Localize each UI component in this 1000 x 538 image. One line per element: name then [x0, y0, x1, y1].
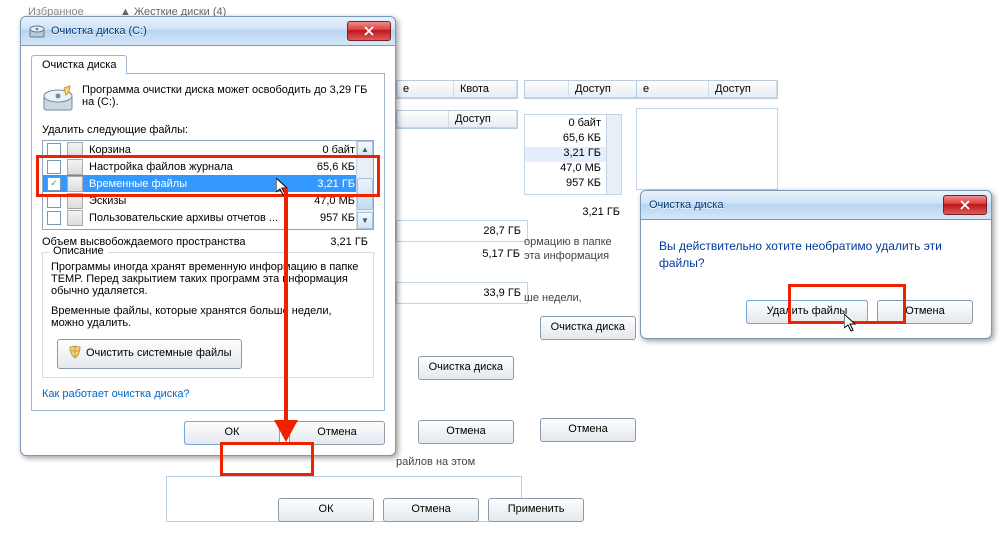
checkbox[interactable]: [47, 194, 61, 208]
scroll-up-arrow[interactable]: ▲: [357, 141, 373, 158]
delete-files-label: Удалить следующие файлы:: [42, 124, 374, 136]
bg-v2: 5,17 ГБ: [396, 246, 526, 262]
file-icon: [67, 193, 83, 209]
window-body: Очистка диска Программа очистки диска мо…: [21, 46, 395, 455]
bg-right-hdr: еДоступ: [636, 80, 778, 99]
bg-snip2: эта информация: [524, 250, 609, 262]
dialog-buttons: ОК Отмена: [31, 421, 385, 445]
bg-right-box: [636, 108, 778, 190]
cancel-button[interactable]: Отмена: [289, 421, 385, 445]
bg-cancel[interactable]: Отмена: [383, 498, 479, 522]
file-icon: [67, 142, 83, 158]
bg-cleanup-btn-2[interactable]: Очистка диска: [524, 316, 636, 340]
disk-cleanup-window: Очистка диска (C:) Очистка диска Програм…: [20, 16, 396, 456]
file-row-selected: ✓Временные файлы3,21 ГБ: [43, 175, 373, 192]
clean-system-files-button[interactable]: Очистить системные файлы: [57, 339, 242, 369]
tab-panel: Программа очистки диска может освободить…: [31, 73, 385, 411]
tab-cleanup[interactable]: Очистка диска: [31, 55, 127, 74]
confirm-titlebar[interactable]: Очистка диска: [641, 191, 991, 220]
file-row: Эскизы47,0 МБ: [43, 192, 373, 209]
file-row: Корзина0 байт: [43, 141, 373, 158]
summary-text: Программа очистки диска может освободить…: [82, 84, 374, 108]
checkbox[interactable]: [47, 143, 61, 157]
ok-button[interactable]: ОК: [184, 421, 280, 445]
bg-header-access: Доступ: [396, 110, 518, 129]
description-group: Описание Программы иногда хранят временн…: [42, 252, 374, 378]
description-text-2: Временные файлы, которые хранятся больше…: [51, 305, 365, 329]
bg-snip3: ше недели,: [524, 292, 582, 304]
checkbox[interactable]: ✓: [47, 177, 61, 191]
bg-v1: 28,7 ГБ: [396, 220, 528, 242]
titlebar[interactable]: Очистка диска (C:): [21, 17, 395, 46]
bg-total2: 3,21 ГБ: [524, 206, 626, 218]
bg-files-on: райлов на этом: [396, 456, 475, 468]
how-it-works-link[interactable]: Как работает очистка диска?: [42, 388, 190, 400]
description-text-1: Программы иногда хранят временную информ…: [51, 261, 365, 297]
description-title: Описание: [49, 245, 108, 257]
bg-cleanup-btn-1[interactable]: Очистка диска: [396, 356, 514, 380]
file-row: Настройка файлов журнала65,6 КБ: [43, 158, 373, 175]
confirm-body: Вы действительно хотите необратимо удали…: [641, 220, 991, 338]
confirm-dialog: Очистка диска Вы действительно хотите не…: [640, 190, 992, 339]
file-list[interactable]: Корзина0 байт Настройка файлов журнала65…: [42, 140, 374, 230]
close-button[interactable]: [347, 21, 391, 41]
bg-sizes-list: 0 байт 65,6 КБ 3,21 ГБ 47,0 МБ 957 КБ: [524, 114, 622, 195]
file-icon: [67, 159, 83, 175]
bg-apply[interactable]: Применить: [488, 498, 584, 522]
file-icon: [67, 210, 83, 226]
bg-sizes-hdr: Доступ: [524, 80, 638, 99]
bg-btns-1: Отмена: [396, 420, 514, 444]
disk-cleanup-icon: [29, 23, 45, 39]
confirm-close-button[interactable]: [943, 195, 987, 215]
bg-bottom-btns: ОК Отмена Применить: [272, 498, 584, 522]
confirm-cancel-button[interactable]: Отмена: [877, 300, 973, 324]
window-title: Очистка диска (C:): [51, 25, 347, 37]
scroll-down-arrow[interactable]: ▼: [357, 212, 373, 229]
bg-btns-2: Отмена: [508, 418, 636, 442]
disk-icon: [42, 84, 74, 116]
scroll-thumb[interactable]: [357, 178, 373, 210]
confirm-title: Очистка диска: [649, 199, 943, 211]
scrollbar[interactable]: ▲ ▼: [356, 141, 373, 229]
checkbox[interactable]: [47, 211, 61, 225]
file-icon: [67, 176, 83, 192]
file-row: Пользовательские архивы отчетов ...957 К…: [43, 209, 373, 226]
shield-icon: [68, 345, 82, 359]
bg-ok[interactable]: ОК: [278, 498, 374, 522]
bg-snip1: ормацию в папке: [524, 236, 612, 248]
bg-header-quota: еКвота: [396, 80, 518, 99]
bg-v3: 33,9 ГБ: [396, 282, 528, 304]
checkbox[interactable]: [47, 160, 61, 174]
delete-files-button[interactable]: Удалить файлы: [746, 300, 868, 324]
confirm-message: Вы действительно хотите необратимо удали…: [659, 238, 973, 272]
